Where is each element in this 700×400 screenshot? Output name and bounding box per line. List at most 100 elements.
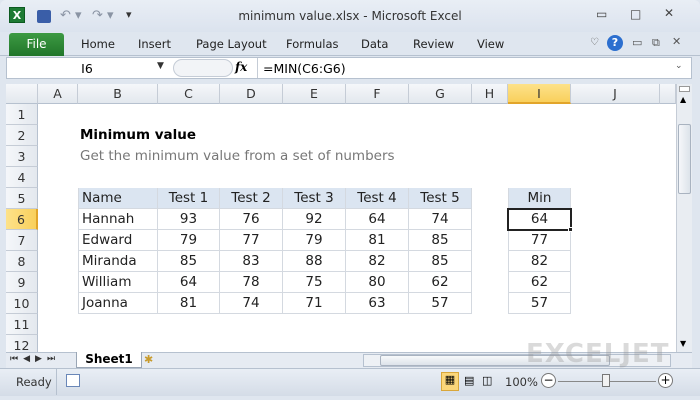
formula-input[interactable]: =MIN(C6:G6) <box>263 61 346 76</box>
row-header-2[interactable]: 2 <box>6 125 38 146</box>
tab-data[interactable]: Data <box>361 37 388 51</box>
score-cell[interactable]: 93 <box>158 209 220 230</box>
score-cell[interactable]: 85 <box>409 230 472 251</box>
score-cell[interactable]: 63 <box>346 293 409 314</box>
min-cell[interactable]: 82 <box>508 251 571 272</box>
name-box-dropdown-icon[interactable]: ▼ <box>157 61 164 71</box>
score-cell[interactable]: 81 <box>346 230 409 251</box>
score-cell[interactable]: 74 <box>409 209 472 230</box>
min-header-cell[interactable]: Min <box>508 188 571 209</box>
sheet-tab-sheet1[interactable]: Sheet1 <box>76 352 142 368</box>
tab-view[interactable]: View <box>477 37 504 51</box>
tab-review[interactable]: Review <box>413 37 454 51</box>
row-header-1[interactable]: 1 <box>6 104 38 125</box>
name-box[interactable]: I6 <box>7 61 167 76</box>
row-header-11[interactable]: 11 <box>6 314 38 335</box>
normal-view-button[interactable]: ▦ <box>441 372 459 391</box>
score-cell[interactable]: 79 <box>158 230 220 251</box>
column-header-d[interactable]: D <box>220 84 283 104</box>
workbook-close-button[interactable]: ✕ <box>672 35 681 48</box>
table-header-cell[interactable]: Test 4 <box>346 188 409 209</box>
table-header-cell[interactable]: Name <box>78 188 158 209</box>
tab-page-layout[interactable]: Page Layout <box>196 37 267 51</box>
zoom-out-button[interactable]: − <box>541 373 556 388</box>
collapse-ribbon-icon[interactable]: ♡ <box>590 37 599 48</box>
vertical-scrollbar[interactable]: ▲ ▼ <box>676 84 692 352</box>
score-cell[interactable]: 57 <box>409 293 472 314</box>
name-cell[interactable]: Edward <box>78 230 158 251</box>
column-header-e[interactable]: E <box>283 84 346 104</box>
score-cell[interactable]: 79 <box>283 230 346 251</box>
close-button[interactable]: ✕ <box>664 6 674 20</box>
workbook-restore-button[interactable]: ⧉ <box>652 36 660 50</box>
scroll-down-icon[interactable]: ▼ <box>680 339 686 348</box>
minimize-button[interactable]: ▭ <box>596 7 607 21</box>
column-header-c[interactable]: C <box>158 84 220 104</box>
min-cell[interactable]: 62 <box>508 272 571 293</box>
score-cell[interactable]: 74 <box>220 293 283 314</box>
column-header-g[interactable]: G <box>409 84 472 104</box>
row-header-4[interactable]: 4 <box>6 167 38 188</box>
score-cell[interactable]: 76 <box>220 209 283 230</box>
maximize-button[interactable]: □ <box>630 7 641 21</box>
score-cell[interactable]: 78 <box>220 272 283 293</box>
row-header-3[interactable]: 3 <box>6 146 38 167</box>
vertical-scroll-thumb[interactable] <box>678 124 691 194</box>
column-header-k[interactable] <box>660 84 676 104</box>
split-handle[interactable] <box>679 86 690 92</box>
tab-file[interactable]: File <box>9 33 64 56</box>
score-cell[interactable]: 85 <box>158 251 220 272</box>
tab-formulas[interactable]: Formulas <box>286 37 339 51</box>
tab-home[interactable]: Home <box>81 37 115 51</box>
row-header-5[interactable]: 5 <box>6 188 38 209</box>
score-cell[interactable]: 92 <box>283 209 346 230</box>
score-cell[interactable]: 71 <box>283 293 346 314</box>
sheet-nav-buttons[interactable]: ⏮◀▶⏭ <box>10 354 60 364</box>
row-header-8[interactable]: 8 <box>6 251 38 272</box>
page-break-view-button[interactable]: ◫ <box>482 374 492 387</box>
score-cell[interactable]: 62 <box>409 272 472 293</box>
table-header-cell[interactable]: Test 5 <box>409 188 472 209</box>
name-cell[interactable]: Hannah <box>78 209 158 230</box>
workbook-minimize-button[interactable]: ▭ <box>632 36 642 49</box>
row-header-6[interactable]: 6 <box>6 209 38 230</box>
table-header-cell[interactable]: Test 3 <box>283 188 346 209</box>
score-cell[interactable]: 64 <box>158 272 220 293</box>
score-cell[interactable]: 80 <box>346 272 409 293</box>
sheet-title[interactable]: Minimum value <box>80 127 196 143</box>
score-cell[interactable]: 83 <box>220 251 283 272</box>
row-header-10[interactable]: 10 <box>6 293 38 314</box>
insert-sheet-icon[interactable]: ✱ <box>144 353 153 366</box>
column-header-i[interactable]: I <box>508 84 571 104</box>
score-cell[interactable]: 75 <box>283 272 346 293</box>
select-all-button[interactable] <box>6 84 38 104</box>
score-cell[interactable]: 81 <box>158 293 220 314</box>
column-header-j[interactable]: J <box>571 84 660 104</box>
sheet-subtitle[interactable]: Get the minimum value from a set of numb… <box>80 148 395 164</box>
score-cell[interactable]: 85 <box>409 251 472 272</box>
score-cell[interactable]: 64 <box>346 209 409 230</box>
help-icon[interactable]: ? <box>607 35 623 51</box>
tab-insert[interactable]: Insert <box>138 37 171 51</box>
min-cell[interactable]: 77 <box>508 230 571 251</box>
insert-function-icon[interactable]: fx <box>235 60 247 74</box>
zoom-level[interactable]: 100% <box>505 375 538 389</box>
scroll-up-icon[interactable]: ▲ <box>680 95 686 104</box>
row-header-7[interactable]: 7 <box>6 230 38 251</box>
page-layout-view-button[interactable]: ▤ <box>464 374 474 387</box>
fill-handle[interactable] <box>568 227 573 232</box>
column-header-b[interactable]: B <box>78 84 158 104</box>
zoom-in-button[interactable]: + <box>658 373 673 388</box>
row-header-9[interactable]: 9 <box>6 272 38 293</box>
column-header-a[interactable]: A <box>38 84 78 104</box>
column-header-f[interactable]: F <box>346 84 409 104</box>
name-cell[interactable]: Miranda <box>78 251 158 272</box>
table-header-cell[interactable]: Test 2 <box>220 188 283 209</box>
score-cell[interactable]: 77 <box>220 230 283 251</box>
zoom-slider-thumb[interactable] <box>602 374 610 387</box>
name-cell[interactable]: William <box>78 272 158 293</box>
macro-record-icon[interactable] <box>66 374 80 387</box>
column-header-h[interactable]: H <box>472 84 508 104</box>
score-cell[interactable]: 82 <box>346 251 409 272</box>
name-cell[interactable]: Joanna <box>78 293 158 314</box>
